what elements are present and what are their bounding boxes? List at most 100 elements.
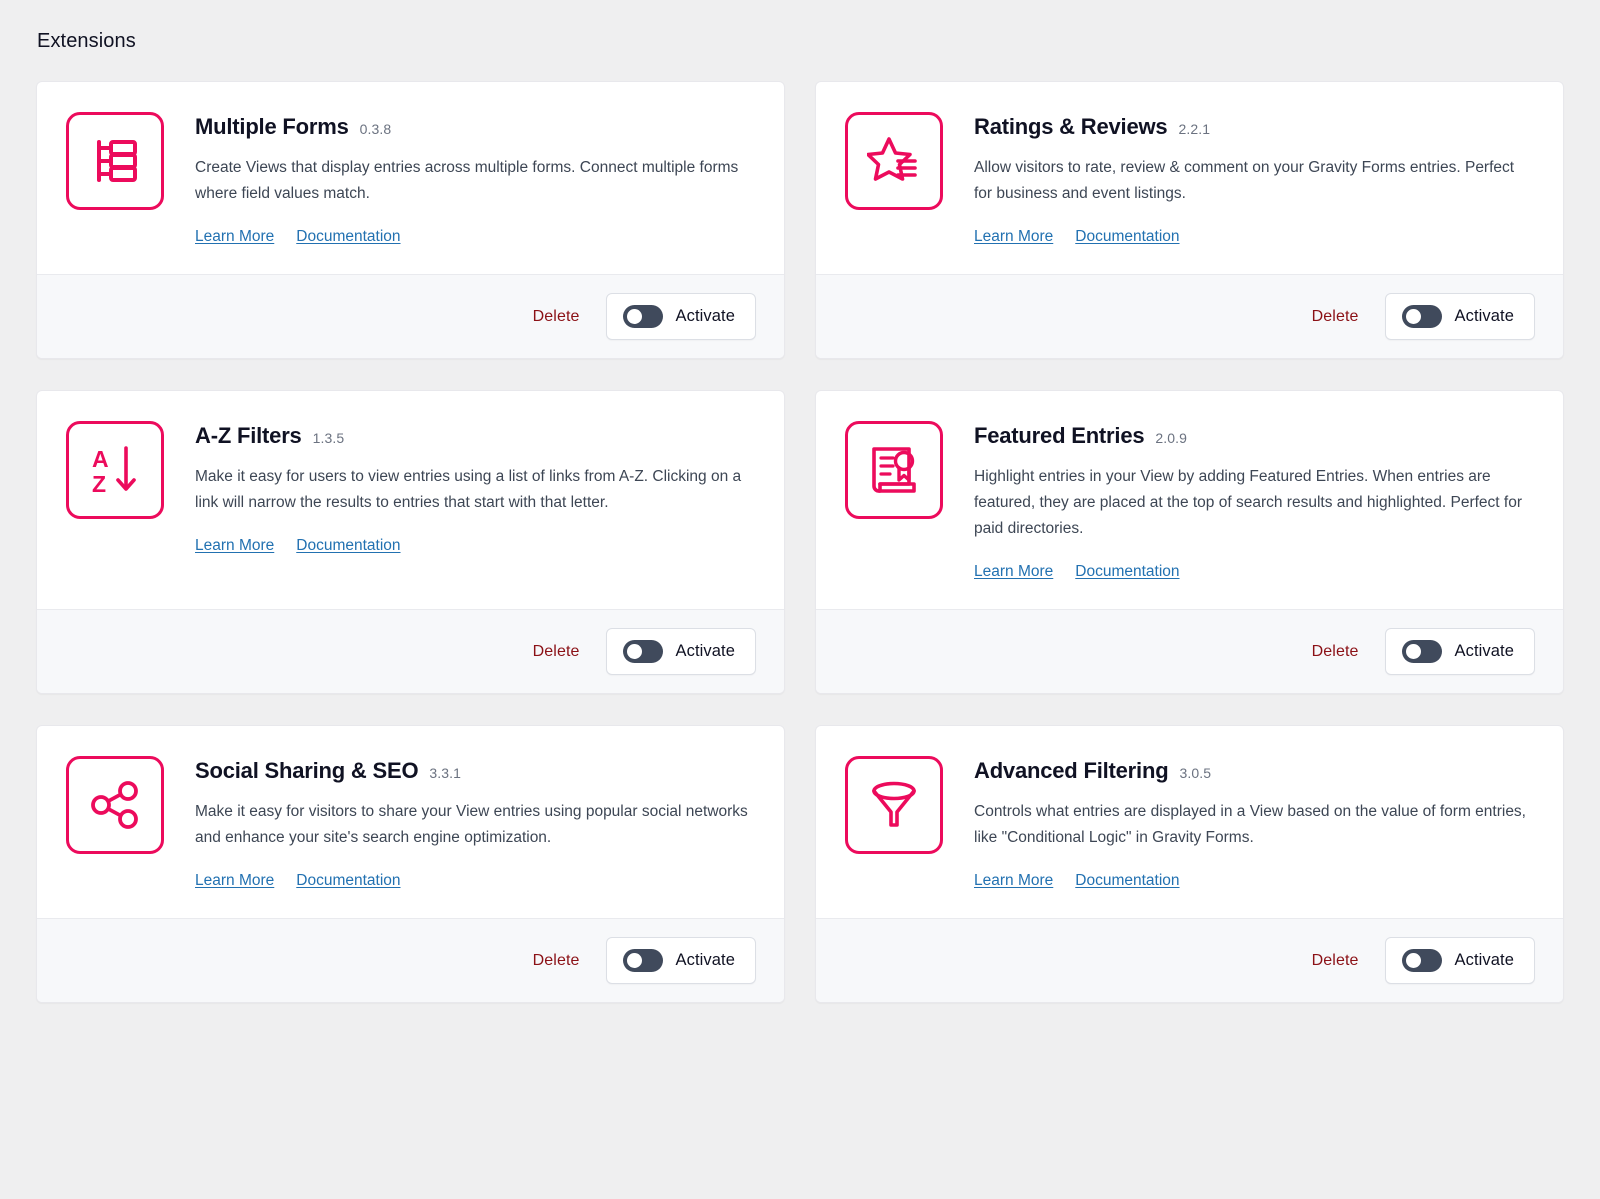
card-footer: Delete Activate bbox=[816, 918, 1563, 1002]
extension-card-featured-entries: Featured Entries 2.0.9 Highlight entries… bbox=[815, 390, 1564, 694]
card-body: Featured Entries 2.0.9 Highlight entries… bbox=[816, 391, 1563, 609]
title-row: Social Sharing & SEO 3.3.1 bbox=[195, 758, 756, 784]
extension-version: 2.0.9 bbox=[1155, 430, 1187, 446]
card-body: Multiple Forms 0.3.8 Create Views that d… bbox=[37, 82, 784, 274]
activate-button[interactable]: Activate bbox=[606, 628, 757, 675]
activate-label: Activate bbox=[676, 307, 736, 326]
page-title: Extensions bbox=[36, 30, 1564, 53]
learn-more-link[interactable]: Learn More bbox=[195, 872, 274, 890]
card-text: Multiple Forms 0.3.8 Create Views that d… bbox=[195, 112, 756, 246]
extensions-page: Extensions Mult bbox=[0, 0, 1600, 1199]
delete-button[interactable]: Delete bbox=[533, 308, 580, 326]
card-text: Social Sharing & SEO 3.3.1 Make it easy … bbox=[195, 756, 756, 890]
extension-description: Allow visitors to rate, review & comment… bbox=[974, 155, 1530, 207]
card-links: Learn More Documentation bbox=[195, 872, 756, 890]
extension-description: Make it easy for users to view entries u… bbox=[195, 464, 751, 516]
extensions-grid: Multiple Forms 0.3.8 Create Views that d… bbox=[36, 81, 1564, 1003]
card-links: Learn More Documentation bbox=[195, 228, 756, 246]
activate-toggle-icon[interactable] bbox=[1402, 640, 1442, 663]
card-footer: Delete Activate bbox=[37, 274, 784, 358]
card-links: Learn More Documentation bbox=[974, 228, 1535, 246]
activate-label: Activate bbox=[1455, 307, 1515, 326]
delete-button[interactable]: Delete bbox=[1312, 643, 1359, 661]
card-footer: Delete Activate bbox=[37, 609, 784, 693]
extension-version: 3.0.5 bbox=[1179, 765, 1211, 781]
extension-name: Advanced Filtering bbox=[974, 758, 1168, 784]
delete-button[interactable]: Delete bbox=[1312, 308, 1359, 326]
documentation-link[interactable]: Documentation bbox=[296, 872, 400, 890]
documentation-link[interactable]: Documentation bbox=[296, 537, 400, 555]
activate-toggle-icon[interactable] bbox=[623, 305, 663, 328]
activate-label: Activate bbox=[676, 642, 736, 661]
card-text: A-Z Filters 1.3.5 Make it easy for users… bbox=[195, 421, 756, 581]
activate-toggle-icon[interactable] bbox=[623, 949, 663, 972]
activate-button[interactable]: Activate bbox=[606, 937, 757, 984]
multiple-forms-icon bbox=[66, 112, 164, 210]
activate-label: Activate bbox=[676, 951, 736, 970]
card-links: Learn More Documentation bbox=[974, 563, 1535, 581]
documentation-link[interactable]: Documentation bbox=[1075, 563, 1179, 581]
documentation-link[interactable]: Documentation bbox=[296, 228, 400, 246]
activate-button[interactable]: Activate bbox=[1385, 937, 1536, 984]
extension-name: Ratings & Reviews bbox=[974, 114, 1167, 140]
activate-toggle-icon[interactable] bbox=[1402, 949, 1442, 972]
card-body: Ratings & Reviews 2.2.1 Allow visitors t… bbox=[816, 82, 1563, 274]
card-links: Learn More Documentation bbox=[195, 537, 756, 555]
documentation-link[interactable]: Documentation bbox=[1075, 228, 1179, 246]
title-row: Featured Entries 2.0.9 bbox=[974, 423, 1535, 449]
svg-text:A: A bbox=[92, 446, 109, 472]
extension-card-multiple-forms: Multiple Forms 0.3.8 Create Views that d… bbox=[36, 81, 785, 359]
card-footer: Delete Activate bbox=[816, 609, 1563, 693]
delete-button[interactable]: Delete bbox=[533, 952, 580, 970]
extension-name: A-Z Filters bbox=[195, 423, 302, 449]
extension-description: Create Views that display entries across… bbox=[195, 155, 751, 207]
title-row: Advanced Filtering 3.0.5 bbox=[974, 758, 1535, 784]
activate-button[interactable]: Activate bbox=[606, 293, 757, 340]
documentation-link[interactable]: Documentation bbox=[1075, 872, 1179, 890]
learn-more-link[interactable]: Learn More bbox=[974, 872, 1053, 890]
card-body: Social Sharing & SEO 3.3.1 Make it easy … bbox=[37, 726, 784, 918]
card-footer: Delete Activate bbox=[37, 918, 784, 1002]
extension-name: Multiple Forms bbox=[195, 114, 349, 140]
activate-label: Activate bbox=[1455, 951, 1515, 970]
extension-name: Social Sharing & SEO bbox=[195, 758, 418, 784]
card-body: Advanced Filtering 3.0.5 Controls what e… bbox=[816, 726, 1563, 918]
extension-description: Highlight entries in your View by adding… bbox=[974, 464, 1530, 542]
card-text: Advanced Filtering 3.0.5 Controls what e… bbox=[974, 756, 1535, 890]
learn-more-link[interactable]: Learn More bbox=[195, 537, 274, 555]
card-links: Learn More Documentation bbox=[974, 872, 1535, 890]
activate-toggle-icon[interactable] bbox=[1402, 305, 1442, 328]
extension-card-advanced-filtering: Advanced Filtering 3.0.5 Controls what e… bbox=[815, 725, 1564, 1003]
star-review-icon bbox=[845, 112, 943, 210]
title-row: Multiple Forms 0.3.8 bbox=[195, 114, 756, 140]
activate-button[interactable]: Activate bbox=[1385, 628, 1536, 675]
learn-more-link[interactable]: Learn More bbox=[974, 228, 1053, 246]
extension-description: Make it easy for visitors to share your … bbox=[195, 799, 751, 851]
card-footer: Delete Activate bbox=[816, 274, 1563, 358]
a-z-sort-icon: A Z bbox=[66, 421, 164, 519]
learn-more-link[interactable]: Learn More bbox=[974, 563, 1053, 581]
extension-name: Featured Entries bbox=[974, 423, 1144, 449]
extension-card-a-z-filters: A Z A-Z Filters 1.3.5 Make it easy for u… bbox=[36, 390, 785, 694]
extension-version: 2.2.1 bbox=[1178, 121, 1210, 137]
title-row: Ratings & Reviews 2.2.1 bbox=[974, 114, 1535, 140]
delete-button[interactable]: Delete bbox=[533, 643, 580, 661]
svg-text:Z: Z bbox=[92, 471, 106, 497]
extension-version: 3.3.1 bbox=[429, 765, 461, 781]
card-body: A Z A-Z Filters 1.3.5 Make it easy for u… bbox=[37, 391, 784, 609]
share-nodes-icon bbox=[66, 756, 164, 854]
funnel-filter-icon bbox=[845, 756, 943, 854]
activate-label: Activate bbox=[1455, 642, 1515, 661]
extension-version: 1.3.5 bbox=[313, 430, 345, 446]
card-text: Ratings & Reviews 2.2.1 Allow visitors t… bbox=[974, 112, 1535, 246]
learn-more-link[interactable]: Learn More bbox=[195, 228, 274, 246]
activate-button[interactable]: Activate bbox=[1385, 293, 1536, 340]
extension-card-ratings-reviews: Ratings & Reviews 2.2.1 Allow visitors t… bbox=[815, 81, 1564, 359]
activate-toggle-icon[interactable] bbox=[623, 640, 663, 663]
title-row: A-Z Filters 1.3.5 bbox=[195, 423, 756, 449]
card-text: Featured Entries 2.0.9 Highlight entries… bbox=[974, 421, 1535, 581]
extension-version: 0.3.8 bbox=[360, 121, 392, 137]
extension-description: Controls what entries are displayed in a… bbox=[974, 799, 1530, 851]
certificate-award-icon bbox=[845, 421, 943, 519]
delete-button[interactable]: Delete bbox=[1312, 952, 1359, 970]
